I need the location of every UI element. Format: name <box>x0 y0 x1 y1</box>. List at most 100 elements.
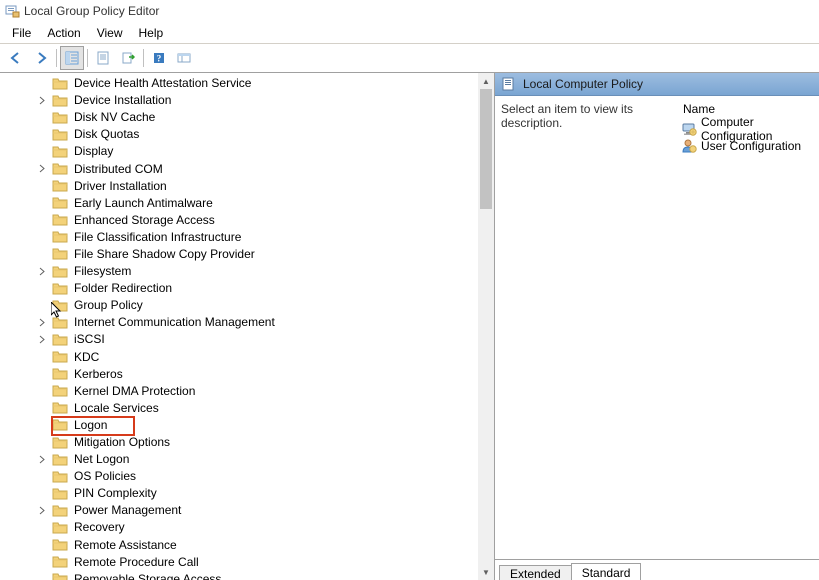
tree-item-label: Kerberos <box>72 366 125 383</box>
user-config-icon <box>681 138 697 154</box>
tree-item-label: Remote Procedure Call <box>72 554 201 571</box>
tree-item[interactable]: File Classification Infrastructure <box>52 229 494 246</box>
vertical-scrollbar[interactable]: ▲ ▼ <box>478 73 494 580</box>
tree-item-label: PIN Complexity <box>72 485 159 502</box>
tree-item-label: Enhanced Storage Access <box>72 212 217 229</box>
tree-item[interactable]: Device Health Attestation Service <box>52 75 494 92</box>
tree-item[interactable]: Power Management <box>52 502 494 519</box>
folder-icon <box>52 282 68 296</box>
menu-action[interactable]: Action <box>39 24 88 42</box>
tree-item-label: OS Policies <box>72 468 138 485</box>
tree-item-label: Remote Assistance <box>72 537 179 554</box>
details-header-text: Local Computer Policy <box>523 77 643 91</box>
show-hide-console-button[interactable] <box>172 46 196 70</box>
folder-icon <box>52 145 68 159</box>
help-button[interactable]: ? <box>147 46 171 70</box>
tree-item[interactable]: Device Installation <box>52 92 494 109</box>
tree-item-label: Group Policy <box>72 297 145 314</box>
show-tree-button[interactable] <box>60 46 84 70</box>
forward-button[interactable] <box>29 46 53 70</box>
tree-item[interactable]: Distributed COM <box>52 160 494 177</box>
folder-icon <box>52 333 68 347</box>
tree-item[interactable]: Remote Assistance <box>52 537 494 554</box>
tree-item[interactable]: File Share Shadow Copy Provider <box>52 246 494 263</box>
scroll-track[interactable] <box>478 89 494 564</box>
folder-icon <box>52 418 68 432</box>
folder-icon <box>52 555 68 569</box>
tree-item[interactable]: Net Logon <box>52 451 494 468</box>
scroll-down-icon[interactable]: ▼ <box>478 564 494 580</box>
tree-item-label: Early Launch Antimalware <box>72 195 215 212</box>
window-title: Local Group Policy Editor <box>24 4 159 18</box>
tree-item[interactable]: Filesystem <box>52 263 494 280</box>
tree-item-label: KDC <box>72 349 101 366</box>
tab-standard[interactable]: Standard <box>571 563 642 580</box>
tree-item-label: Disk Quotas <box>72 126 141 143</box>
toolbar-separator <box>87 49 88 67</box>
chevron-right-icon[interactable] <box>38 335 47 344</box>
tree-item[interactable]: PIN Complexity <box>52 485 494 502</box>
scroll-up-icon[interactable]: ▲ <box>478 73 494 89</box>
tree-item-label: Driver Installation <box>72 178 169 195</box>
folder-icon <box>52 350 68 364</box>
description-text: Select an item to view its description. <box>501 102 669 574</box>
tree-item[interactable]: Early Launch Antimalware <box>52 195 494 212</box>
folder-icon <box>52 504 68 518</box>
properties-button[interactable] <box>91 46 115 70</box>
chevron-right-icon[interactable] <box>38 455 47 464</box>
menu-file[interactable]: File <box>4 24 39 42</box>
tree-item[interactable]: Kerberos <box>52 366 494 383</box>
tree-item[interactable]: Internet Communication Management <box>52 314 494 331</box>
tree-item[interactable]: Enhanced Storage Access <box>52 212 494 229</box>
list-item[interactable]: User Configuration <box>679 137 813 154</box>
tree-item-label: Distributed COM <box>72 161 165 178</box>
folder-icon <box>52 111 68 125</box>
details-header: Local Computer Policy <box>495 73 819 96</box>
menu-help[interactable]: Help <box>131 24 172 42</box>
scroll-thumb[interactable] <box>480 89 492 209</box>
tree-item[interactable]: Logon <box>52 417 494 434</box>
chevron-right-icon[interactable] <box>38 267 47 276</box>
tree-item[interactable]: Removable Storage Access <box>52 571 494 580</box>
tree-item-label: Logon <box>72 417 109 434</box>
tree-item-label: Display <box>72 143 115 160</box>
computer-config-icon <box>681 121 697 137</box>
tree-item[interactable]: Locale Services <box>52 400 494 417</box>
folder-icon <box>52 384 68 398</box>
tree-item[interactable]: OS Policies <box>52 468 494 485</box>
details-pane: Local Computer Policy Select an item to … <box>495 73 819 580</box>
tree-item[interactable]: Folder Redirection <box>52 280 494 297</box>
tree-item[interactable]: Remote Procedure Call <box>52 554 494 571</box>
list-item[interactable]: Computer Configuration <box>679 120 813 137</box>
folder-icon <box>52 538 68 552</box>
tree-item[interactable]: Mitigation Options <box>52 434 494 451</box>
tree-item[interactable]: KDC <box>52 349 494 366</box>
tree-item[interactable]: Driver Installation <box>52 178 494 195</box>
tree-item[interactable]: Group Policy <box>52 297 494 314</box>
chevron-right-icon[interactable] <box>38 96 47 105</box>
tree[interactable]: Device Health Attestation ServiceDevice … <box>0 73 494 580</box>
tree-item-label: Device Installation <box>72 92 173 109</box>
tree-item[interactable]: Disk Quotas <box>52 126 494 143</box>
menu-view[interactable]: View <box>89 24 131 42</box>
tree-item[interactable]: Display <box>52 143 494 160</box>
menu-bar: File Action View Help <box>0 23 819 44</box>
tree-item[interactable]: Disk NV Cache <box>52 109 494 126</box>
chevron-right-icon[interactable] <box>38 164 47 173</box>
folder-icon <box>52 94 68 108</box>
tree-item-label: Filesystem <box>72 263 133 280</box>
chevron-right-icon[interactable] <box>38 506 47 515</box>
chevron-right-icon[interactable] <box>38 318 47 327</box>
back-button[interactable] <box>4 46 28 70</box>
list-item-label: User Configuration <box>701 139 801 153</box>
tree-item[interactable]: Kernel DMA Protection <box>52 383 494 400</box>
tree-item[interactable]: Recovery <box>52 519 494 536</box>
title-bar: Local Group Policy Editor <box>0 0 819 23</box>
policy-icon <box>501 76 517 92</box>
tree-item-label: Internet Communication Management <box>72 314 277 331</box>
tab-extended[interactable]: Extended <box>499 565 572 580</box>
export-button[interactable] <box>116 46 140 70</box>
folder-icon <box>52 470 68 484</box>
toolbar: ? <box>0 44 819 73</box>
tree-item[interactable]: iSCSI <box>52 331 494 348</box>
